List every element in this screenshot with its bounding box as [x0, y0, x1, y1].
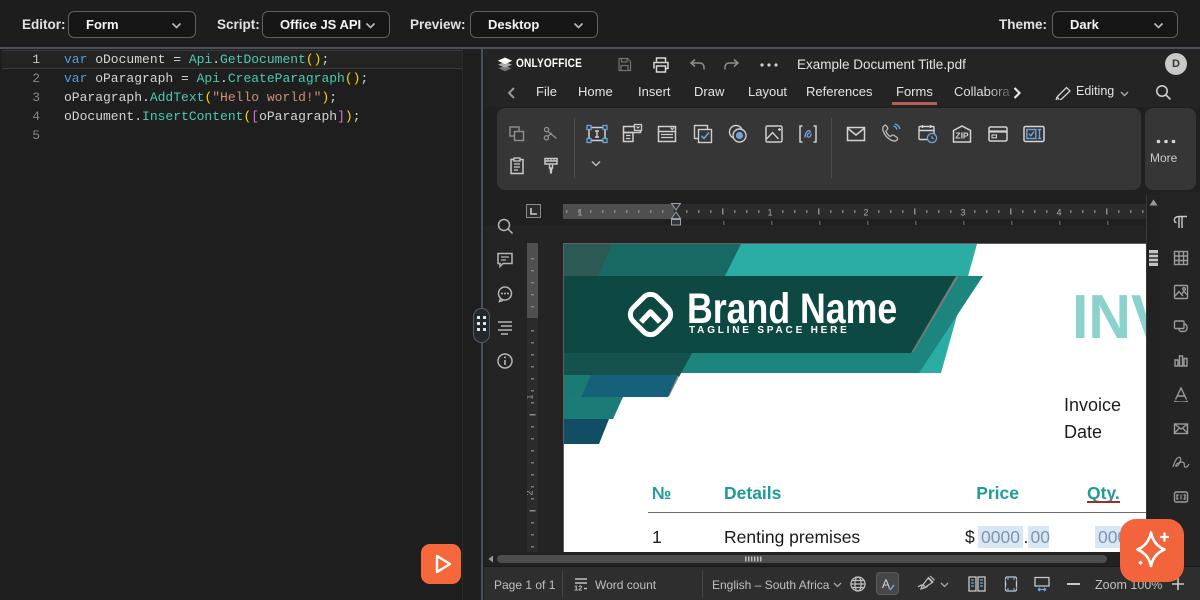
svg-text:A: A: [882, 577, 890, 591]
svg-text:1: 1: [527, 394, 535, 399]
svg-text:3: 3: [960, 208, 965, 218]
svg-text:2: 2: [863, 208, 868, 218]
svg-text:12: 12: [574, 584, 582, 593]
svg-text:1: 1: [577, 208, 582, 218]
svg-text:4: 4: [1056, 208, 1061, 218]
svg-text:1: 1: [767, 208, 772, 218]
svg-text:ZIP: ZIP: [955, 131, 969, 141]
svg-text:2: 2: [527, 490, 535, 495]
